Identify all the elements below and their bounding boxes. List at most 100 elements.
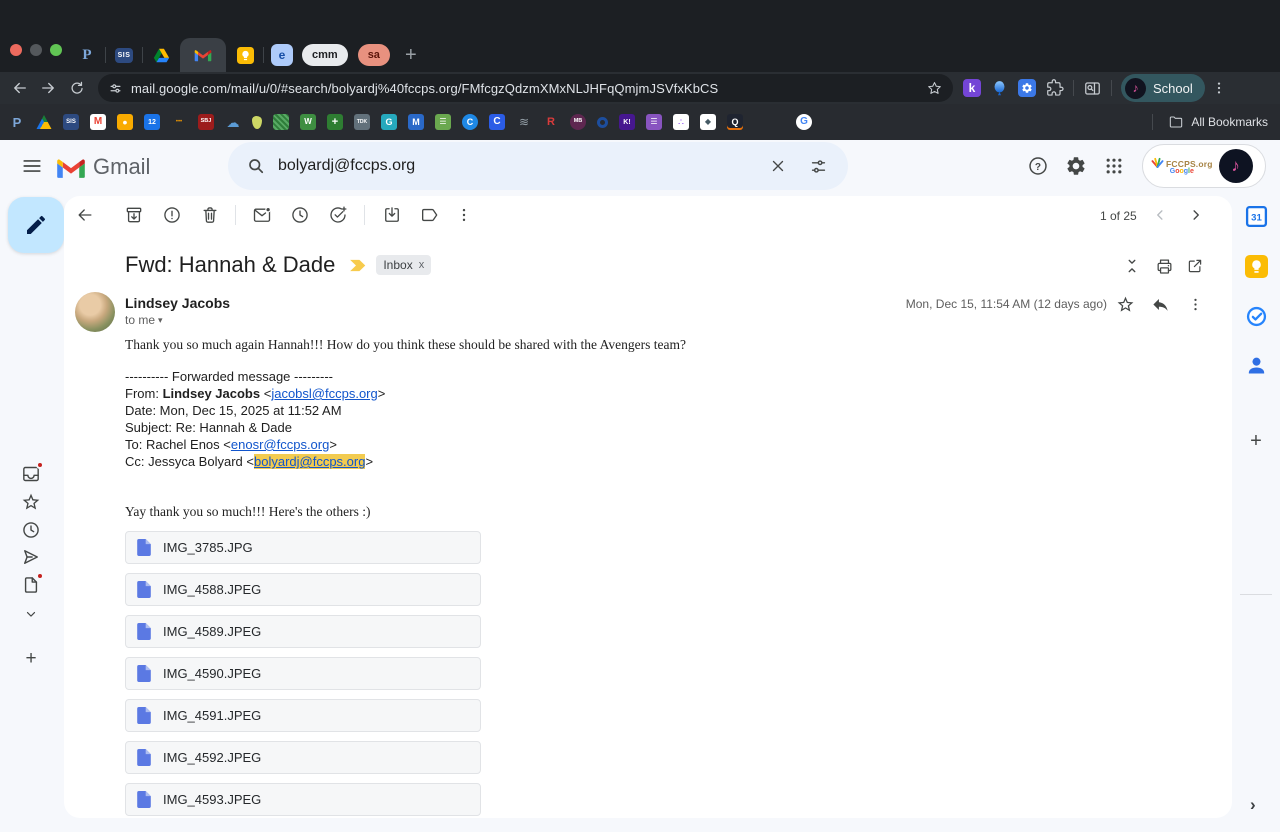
help-button[interactable]: ? [1018, 146, 1058, 186]
settings-button[interactable] [1056, 146, 1096, 186]
tab-gmail-active[interactable] [180, 38, 226, 72]
window-close-button[interactable] [10, 44, 22, 56]
hide-side-panel-button[interactable]: › [1250, 795, 1256, 815]
bookmark-item[interactable]: SBJ [198, 114, 214, 130]
archive-button[interactable] [120, 201, 148, 229]
bookmark-item[interactable]: P [9, 114, 25, 130]
tab-sis[interactable]: SIS [109, 40, 139, 70]
bookmark-item[interactable] [273, 114, 289, 130]
extensions-menu-button[interactable] [1046, 79, 1064, 97]
bookmark-item[interactable]: ∴ [673, 114, 689, 130]
snooze-button[interactable] [286, 201, 314, 229]
search-query[interactable]: bolyardj@fccps.org [278, 157, 769, 175]
address-bar[interactable]: mail.google.com/mail/u/0/#search/bolyard… [98, 74, 953, 102]
tab-e[interactable]: e [267, 40, 297, 70]
back-to-inbox-button[interactable] [71, 201, 99, 229]
gmail-account-button[interactable]: FCCPS.org Google ♪ [1142, 144, 1266, 188]
recipients-toggle[interactable]: to me ▾ [125, 313, 163, 327]
search-icon[interactable] [246, 156, 266, 176]
attachment-chip[interactable]: IMG_4592.JPEG [125, 741, 481, 774]
bookmark-item[interactable]: SIS [63, 114, 79, 130]
bookmark-item[interactable]: ••• [171, 114, 187, 130]
bookmark-item[interactable]: ☁ [225, 114, 241, 130]
tab-cmm[interactable]: cmm [302, 44, 348, 66]
add-to-tasks-button[interactable] [324, 201, 352, 229]
gmail-search-bar[interactable]: bolyardj@fccps.org [228, 142, 848, 190]
mark-unread-button[interactable] [248, 201, 276, 229]
tab-powerschool[interactable]: P [72, 40, 102, 70]
reload-button[interactable] [62, 74, 90, 102]
bookmark-item[interactable]: + [327, 114, 343, 130]
sidebar-item-starred[interactable] [21, 492, 41, 512]
from-email-link[interactable]: jacobsl@fccps.org [271, 386, 377, 401]
bookmark-item[interactable]: C [462, 114, 478, 130]
move-to-button[interactable] [378, 201, 406, 229]
print-button[interactable] [1150, 252, 1178, 280]
message-more-button[interactable] [1181, 290, 1209, 318]
bookmark-item[interactable]: K! [619, 114, 635, 130]
tab-sa[interactable]: sa [357, 44, 390, 66]
labels-button[interactable] [415, 201, 443, 229]
bookmark-item[interactable]: ☰ [435, 114, 451, 130]
bookmark-item[interactable]: ≋ [516, 114, 532, 130]
attachment-chip[interactable]: IMG_4593.JPEG [125, 783, 481, 816]
bookmark-item[interactable]: TDK [354, 114, 370, 130]
bookmark-item[interactable]: G [796, 114, 812, 130]
bookmark-item[interactable]: • [117, 114, 133, 130]
attachment-chip[interactable]: IMG_4589.JPEG [125, 615, 481, 648]
reply-button[interactable] [1146, 290, 1174, 318]
sender-avatar[interactable] [75, 292, 115, 332]
attachment-chip[interactable]: IMG_4591.JPEG [125, 699, 481, 732]
bookmark-item[interactable] [36, 114, 52, 130]
compose-button[interactable] [8, 197, 64, 253]
more-actions-button[interactable] [450, 201, 478, 229]
get-add-ons-button[interactable]: + [1244, 429, 1268, 453]
all-bookmarks[interactable]: All Bookmarks [1143, 104, 1268, 140]
sidebar-item-more[interactable] [21, 604, 41, 624]
report-spam-button[interactable] [158, 201, 186, 229]
sidebar-item-sent[interactable] [21, 547, 41, 567]
bookmark-item[interactable]: M [408, 114, 424, 130]
bookmark-star-icon[interactable] [926, 80, 943, 97]
gmail-logo[interactable]: Gmail [56, 154, 150, 180]
tab-google-drive[interactable] [146, 40, 176, 70]
tab-google-keep[interactable] [230, 40, 260, 70]
side-panel-button[interactable] [1083, 79, 1102, 98]
bookmark-item[interactable]: ☰ [646, 114, 662, 130]
open-in-new-window-button[interactable] [1181, 252, 1209, 280]
clear-search-icon[interactable] [769, 157, 787, 175]
attachment-chip[interactable]: IMG_4590.JPEG [125, 657, 481, 690]
bookmark-item[interactable]: 12 [144, 114, 160, 130]
remove-label-icon[interactable]: x [419, 259, 425, 271]
bookmark-item[interactable]: Q [727, 114, 743, 130]
cc-email-link-highlighted[interactable]: bolyardj@fccps.org [253, 454, 366, 469]
attachment-chip[interactable]: IMG_3785.JPG [125, 531, 481, 564]
browser-menu-button[interactable] [1211, 80, 1227, 96]
attachment-chip[interactable]: IMG_4588.JPEG [125, 573, 481, 606]
to-email-link[interactable]: enosr@fccps.org [231, 437, 329, 452]
forward-button[interactable] [34, 74, 62, 102]
bookmark-item[interactable]: M [90, 114, 106, 130]
window-minimize-button[interactable] [30, 44, 42, 56]
collapse-all-button[interactable] [1118, 252, 1146, 280]
google-apps-button[interactable] [1094, 146, 1134, 186]
search-options-icon[interactable] [809, 157, 828, 176]
new-tab-button[interactable]: + [395, 45, 427, 65]
important-marker-icon[interactable] [349, 259, 368, 272]
bookmark-item[interactable]: G [381, 114, 397, 130]
extension-settings[interactable] [1018, 79, 1036, 97]
side-panel-keep[interactable] [1244, 254, 1268, 278]
main-menu-button[interactable] [18, 152, 46, 180]
side-panel-calendar[interactable]: 31 [1244, 204, 1268, 228]
back-button[interactable] [6, 74, 34, 102]
bookmark-item[interactable]: ◆ [700, 114, 716, 130]
bookmark-item[interactable]: C [489, 114, 505, 130]
bookmark-item[interactable]: W [300, 114, 316, 130]
bookmark-item[interactable]: R [543, 114, 559, 130]
bookmark-item[interactable] [597, 116, 608, 128]
sidebar-item-drafts[interactable] [21, 572, 44, 595]
browser-profile-chip[interactable]: ♪ School [1121, 74, 1205, 102]
bookmark-item[interactable] [252, 115, 262, 129]
inbox-label-chip[interactable]: Inbox x [376, 255, 432, 275]
extension-kami[interactable]: k [963, 79, 981, 97]
